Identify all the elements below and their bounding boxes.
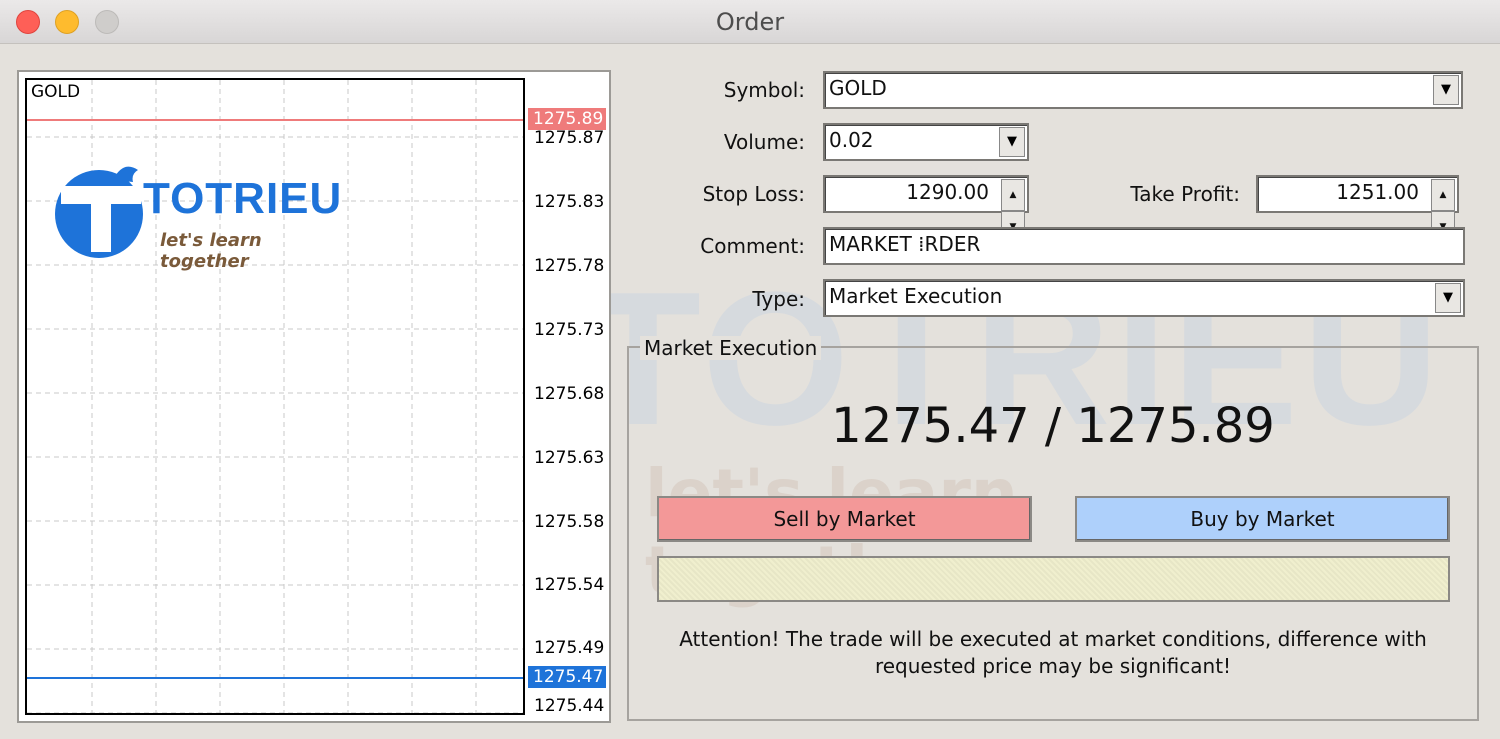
volume-dropdown-button[interactable]: ▼ — [999, 127, 1025, 157]
price-axis-label: 1275.63 — [534, 448, 605, 468]
attention-message: Attention! The trade will be executed at… — [640, 626, 1466, 680]
stepper-up-icon[interactable]: ▲ — [1001, 179, 1025, 211]
price-axis-label: 1275.78 — [534, 256, 605, 276]
symbol-value: GOLD — [829, 76, 887, 100]
buy-by-market-button[interactable]: Buy by Market — [1075, 496, 1450, 542]
take-profit-field[interactable]: 1251.00 ▲ ▼ — [1256, 175, 1459, 243]
window-title: Order — [715, 8, 785, 36]
chevron-down-icon: ▼ — [1441, 82, 1451, 97]
type-select[interactable]: Market Execution ▼ — [823, 279, 1465, 317]
chevron-down-icon: ▼ — [1007, 134, 1017, 149]
totrieu-logo: TOTRIEU let's learn together — [53, 160, 341, 272]
ask-price-tag: 1275.89 — [528, 108, 606, 130]
price-axis-label: 1275.44 — [534, 696, 605, 716]
comment-input[interactable]: MARKET ⁞RDER — [823, 227, 1465, 265]
chevron-down-icon: ▼ — [1443, 290, 1453, 305]
chart-symbol-label: GOLD — [31, 82, 81, 102]
symbol-label: Symbol: — [723, 78, 805, 102]
group-title: Market Execution — [640, 336, 822, 360]
type-dropdown-button[interactable]: ▼ — [1435, 283, 1461, 313]
chart-plot-area: GOLD TOTRIEU let's learn together — [25, 78, 525, 715]
logo-tagline: let's learn together — [160, 230, 262, 272]
attention-line: Attention! The trade will be executed at… — [679, 627, 1427, 651]
bid-price-tag: 1275.47 — [528, 666, 606, 688]
logo-emblem-icon — [55, 166, 143, 258]
symbol-dropdown-button[interactable]: ▼ — [1433, 75, 1459, 105]
stop-loss-value: 1290.00 — [906, 180, 989, 204]
price-axis-label: 1275.83 — [534, 192, 605, 212]
stop-loss-field[interactable]: 1290.00 ▲ ▼ — [823, 175, 1029, 243]
symbol-select[interactable]: GOLD ▼ — [823, 71, 1463, 109]
take-profit-label: Take Profit: — [1130, 182, 1240, 206]
price-axis-label: 1275.87 — [534, 128, 605, 148]
bid-ask-quote: 1275.47 / 1275.89 — [831, 398, 1275, 454]
stop-loss-label: Stop Loss: — [702, 182, 805, 206]
price-chart: GOLD TOTRIEU let's learn together 1275.8… — [17, 70, 611, 723]
attention-line: requested price may be significant! — [874, 654, 1232, 678]
logo-word: TOTRIEU — [143, 174, 343, 223]
take-profit-value: 1251.00 — [1336, 180, 1419, 204]
price-axis-label: 1275.58 — [534, 512, 605, 532]
price-axis-label: 1275.73 — [534, 320, 605, 340]
stepper-up-icon[interactable]: ▲ — [1431, 179, 1455, 211]
type-value: Market Execution — [829, 284, 1003, 308]
type-label: Type: — [752, 287, 805, 311]
stop-loss-stepper[interactable]: ▲ ▼ — [1001, 179, 1025, 243]
order-status-box — [657, 556, 1450, 602]
volume-label: Volume: — [723, 130, 805, 154]
title-bar: Order — [0, 0, 1500, 44]
price-axis-label: 1275.54 — [534, 575, 605, 595]
volume-value: 0.02 — [829, 128, 874, 152]
price-axis-label: 1275.49 — [534, 638, 605, 658]
take-profit-stepper[interactable]: ▲ ▼ — [1431, 179, 1455, 243]
sell-by-market-button[interactable]: Sell by Market — [657, 496, 1032, 542]
price-axis-label: 1275.68 — [534, 384, 605, 404]
comment-label: Comment: — [700, 234, 805, 258]
volume-select[interactable]: 0.02 ▼ — [823, 123, 1029, 161]
comment-value: MARKET ⁞RDER — [829, 232, 981, 256]
